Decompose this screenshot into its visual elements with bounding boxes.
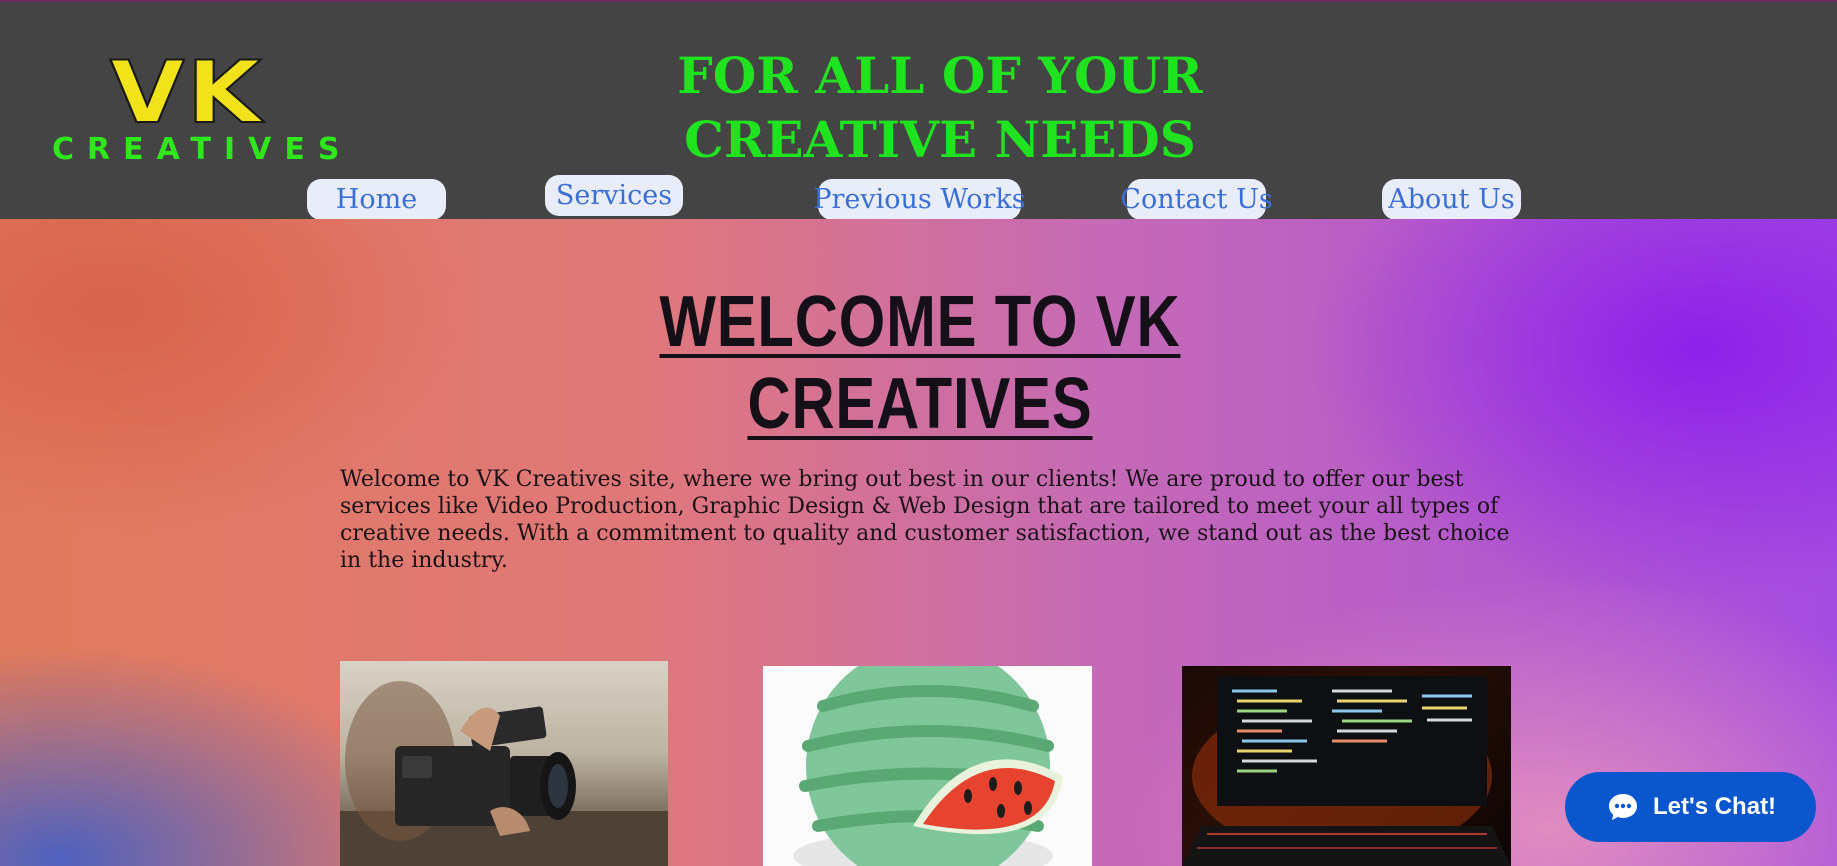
video-camera-illustration	[340, 681, 668, 866]
tagline: FOR ALL OF YOUR CREATIVE NEEDS	[640, 44, 1240, 172]
watermelon-image[interactable]	[763, 666, 1092, 866]
logo-vk[interactable]: VK	[109, 49, 264, 137]
lets-chat-button[interactable]: Let's Chat!	[1565, 772, 1816, 842]
video-camera-image[interactable]	[340, 661, 668, 866]
nav-home-button[interactable]: Home	[307, 179, 446, 220]
code-monitor-illustration	[1182, 676, 1511, 866]
nav-about-us-button[interactable]: About Us	[1382, 179, 1521, 220]
chat-bubble-icon	[1607, 792, 1639, 822]
chat-label: Let's Chat!	[1653, 793, 1777, 820]
code-monitor-image[interactable]	[1182, 666, 1511, 866]
tagline-line-1: FOR ALL OF YOUR	[677, 46, 1203, 105]
site-header: VK CREATIVES FOR ALL OF YOUR CREATIVE NE…	[0, 0, 1837, 220]
logo-creatives[interactable]: CREATIVES	[52, 133, 352, 167]
nav-contact-us-button[interactable]: Contact Us	[1120, 179, 1273, 220]
intro-paragraph: Welcome to VK Creatives site, where we b…	[340, 467, 1510, 573]
nav-previous-works-button[interactable]: Previous Works	[813, 179, 1026, 220]
welcome-heading: WELCOME TO VK CREATIVES	[659, 282, 1181, 444]
nav-services-button[interactable]: Services	[545, 175, 683, 216]
hero-section: WELCOME TO VK CREATIVES Welcome to VK Cr…	[0, 219, 1837, 866]
watermelon-illustration	[793, 666, 1063, 866]
tagline-line-2: CREATIVE NEEDS	[684, 110, 1196, 169]
